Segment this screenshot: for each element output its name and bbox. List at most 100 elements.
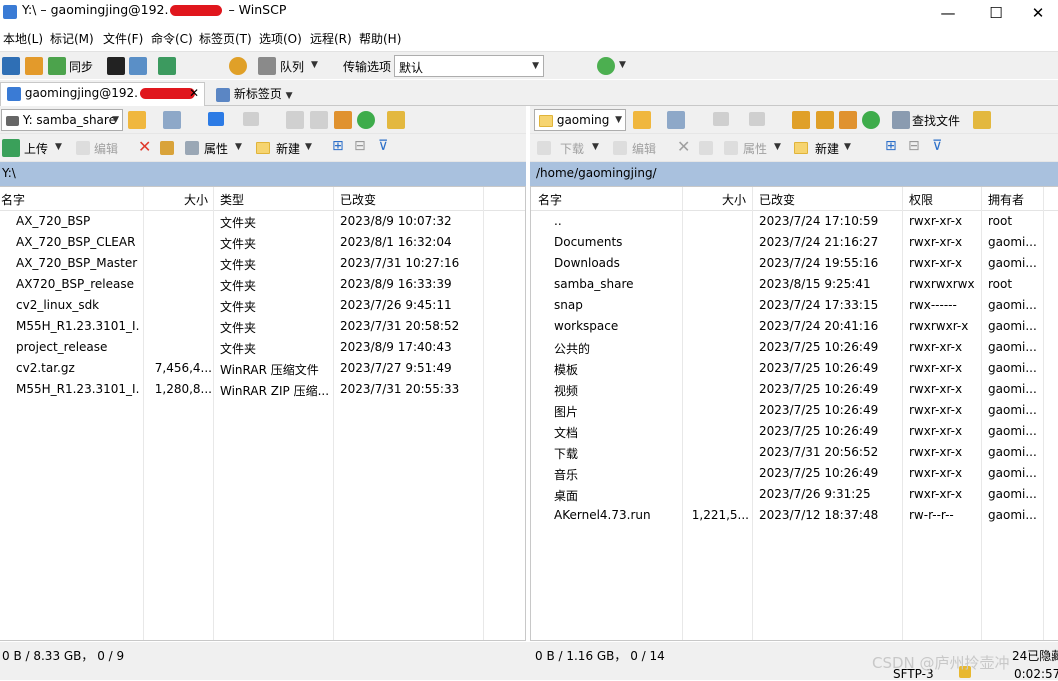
delete-icon[interactable]: ✕ [677, 137, 690, 156]
col-size[interactable]: 大小 [184, 191, 208, 208]
rename-icon[interactable] [160, 141, 174, 155]
new-button[interactable]: 新建 [815, 140, 839, 157]
menu-options[interactable]: 选项(O) [259, 30, 302, 47]
select-all-icon[interactable]: ⊞ [885, 138, 897, 154]
remote-dir-select[interactable]: gaoming ▼ [534, 109, 626, 131]
rename-icon[interactable] [699, 141, 713, 155]
menu-remote[interactable]: 远程(R) [310, 30, 352, 47]
new-dropdown-icon[interactable]: ▼ [844, 142, 851, 152]
table-row[interactable]: Downloads 2023/7/24 19:55:16 rwxr-xr-x gaom… [531, 253, 1058, 274]
menu-local[interactable]: 本地(L) [3, 30, 43, 47]
parent-dir-icon[interactable] [286, 111, 304, 129]
table-row[interactable]: AX_720_BSP_CLEAR 文件夹 2023/8/1 16:32:04 [0, 232, 525, 253]
find-files-icon[interactable] [892, 111, 910, 129]
table-row[interactable]: 下载 2023/7/31 20:56:52 rwxr-xr-x gaomi... [531, 442, 1058, 463]
local-drive-select[interactable]: Y: samba_share ▼ [1, 109, 123, 131]
menu-mark[interactable]: 标记(M) [50, 30, 94, 47]
filter-select-icon[interactable]: ⊽ [932, 138, 942, 154]
root-dir-icon[interactable] [310, 111, 328, 129]
new-dropdown-icon[interactable]: ▼ [305, 142, 312, 152]
refresh-icon[interactable] [862, 111, 880, 129]
queue-button[interactable]: 队列 [280, 58, 304, 75]
table-row[interactable]: AKernel4.73.run 1,221,5... 2023/7/12 18:37… [531, 505, 1058, 526]
properties-button[interactable]: 属性 [204, 140, 228, 157]
queue-icon[interactable] [258, 57, 276, 75]
table-row[interactable]: 视频 2023/7/25 10:26:49 rwxr-xr-x gaomi... [531, 379, 1058, 400]
menu-command[interactable]: 命令(C) [151, 30, 193, 47]
table-row[interactable]: Documents 2023/7/24 21:16:27 rwxr-xr-x gaom… [531, 232, 1058, 253]
table-row[interactable]: M55H_R1.23.3101_I... 1,280,8... WinRAR ZIP… [0, 379, 525, 400]
back-arrow-icon[interactable] [713, 112, 729, 126]
compare-dirs-icon[interactable] [2, 57, 20, 75]
new-button[interactable]: 新建 [276, 140, 300, 157]
remote-file-list[interactable]: 名字 大小 已改变 权限 拥有者 .. 2023/7/24 17:10:59 rwx… [530, 186, 1058, 641]
local-file-list[interactable]: 名字 ^ 大小 类型 已改变 AX_720_BSP 文件夹 2023/8/9 10:… [0, 186, 526, 641]
menu-help[interactable]: 帮助(H) [359, 30, 401, 47]
transfer-preset-select[interactable]: 默认 ▼ [394, 55, 544, 77]
table-row[interactable]: cv2_linux_sdk 文件夹 2023/7/26 9:45:11 [0, 295, 525, 316]
home-icon[interactable] [334, 111, 352, 129]
new-folder-icon[interactable] [256, 142, 270, 154]
sync-dirs-icon[interactable] [973, 111, 991, 129]
refresh-icon[interactable] [357, 111, 375, 129]
download-icon[interactable] [537, 141, 551, 155]
edit-icon[interactable] [76, 141, 90, 155]
globe-dropdown-icon[interactable]: ▼ [619, 60, 626, 70]
tab-new[interactable]: 新标签页 ▼ [210, 82, 304, 106]
filter-icon[interactable] [667, 111, 685, 129]
select-all-icon[interactable]: ⊞ [332, 138, 344, 154]
sync-browse-icon[interactable] [25, 57, 43, 75]
filter-select-icon[interactable]: ⊽ [378, 138, 388, 154]
col-rights[interactable]: 权限 [909, 191, 933, 208]
edit-button[interactable]: 编辑 [94, 140, 118, 157]
properties-dropdown-icon[interactable]: ▼ [774, 142, 781, 152]
open-folder-icon[interactable] [128, 111, 146, 129]
forward-arrow-icon[interactable] [749, 112, 765, 126]
find-files-button[interactable]: 查找文件 [912, 112, 960, 129]
gear-icon[interactable] [229, 57, 247, 75]
refresh-session-icon[interactable] [158, 57, 176, 75]
parent-dir-icon[interactable] [792, 111, 810, 129]
table-row[interactable]: 图片 2023/7/25 10:26:49 rwxr-xr-x gaomi... [531, 400, 1058, 421]
menu-file[interactable]: 文件(F) [103, 30, 143, 47]
maximize-button[interactable]: ☐ [973, 0, 1019, 26]
menu-tabs[interactable]: 标签页(T) [199, 30, 252, 47]
table-row[interactable]: AX720_BSP_release 文件夹 2023/8/9 16:33:39 [0, 274, 525, 295]
queue-dropdown-icon[interactable]: ▼ [311, 60, 318, 70]
table-row[interactable]: snap 2023/7/24 17:33:15 rwx------ gaomi... [531, 295, 1058, 316]
table-row[interactable]: AX_720_BSP_Master 文件夹 2023/7/31 10:27:16 [0, 253, 525, 274]
globe-icon[interactable] [597, 57, 615, 75]
close-tab-icon[interactable]: ✕ [189, 86, 199, 100]
edit-icon[interactable] [613, 141, 627, 155]
table-row[interactable]: project_release 文件夹 2023/8/9 17:40:43 [0, 337, 525, 358]
upload-dropdown-icon[interactable]: ▼ [55, 142, 62, 152]
home-icon[interactable] [839, 111, 857, 129]
table-row[interactable]: M55H_R1.23.3101_I... 文件夹 2023/7/31 20:58:5… [0, 316, 525, 337]
table-row[interactable]: 音乐 2023/7/25 10:26:49 rwxr-xr-x gaomi... [531, 463, 1058, 484]
table-row[interactable]: 桌面 2023/7/26 9:31:25 rwxr-xr-x gaomi... [531, 484, 1058, 505]
col-owner[interactable]: 拥有者 [988, 191, 1024, 208]
table-row[interactable]: workspace 2023/7/24 20:41:16 rwxrwxr-x gaom… [531, 316, 1058, 337]
terminal-icon[interactable] [107, 57, 125, 75]
table-row[interactable]: 公共的 2023/7/25 10:26:49 rwxr-xr-x gaomi... [531, 337, 1058, 358]
download-dropdown-icon[interactable]: ▼ [592, 142, 599, 152]
upload-button[interactable]: 上传 [24, 140, 48, 157]
properties-dropdown-icon[interactable]: ▼ [235, 142, 242, 152]
table-row[interactable]: 文档 2023/7/25 10:26:49 rwxr-xr-x gaomi... [531, 421, 1058, 442]
forward-arrow-icon[interactable] [243, 112, 259, 126]
deselect-icon[interactable]: ⊟ [354, 138, 366, 154]
table-row[interactable]: 模板 2023/7/25 10:26:49 rwxr-xr-x gaomi... [531, 358, 1058, 379]
table-row[interactable]: .. 2023/7/24 17:10:59 rwxr-xr-x root [531, 211, 1058, 232]
sync-dirs-icon[interactable] [387, 111, 405, 129]
col-type[interactable]: 类型 [220, 191, 244, 208]
col-changed[interactable]: 已改变 [759, 191, 795, 208]
table-row[interactable]: cv2.tar.gz 7,456,4... WinRAR 压缩文件 2023/7/27… [0, 358, 525, 379]
col-size[interactable]: 大小 [722, 191, 746, 208]
putty-icon[interactable] [129, 57, 147, 75]
close-button[interactable]: ✕ [1018, 0, 1058, 26]
table-row[interactable]: samba_share 2023/8/15 9:25:41 rwxrwxrwx roo… [531, 274, 1058, 295]
sync-button[interactable]: 同步 [69, 58, 93, 75]
root-dir-icon[interactable] [816, 111, 834, 129]
hidden-count[interactable]: 24已隐藏 [1012, 647, 1058, 664]
edit-button[interactable]: 编辑 [632, 140, 656, 157]
